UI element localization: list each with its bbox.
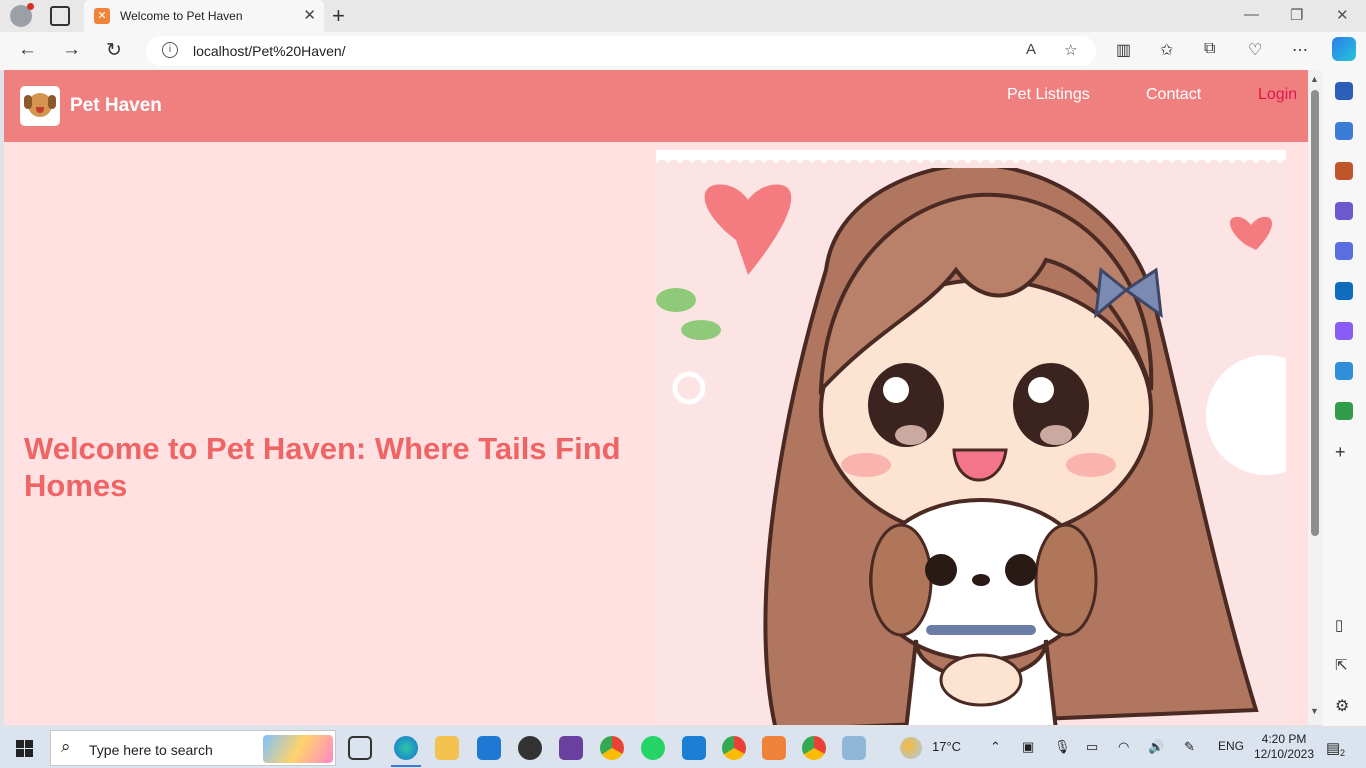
weather-icon[interactable] (900, 737, 922, 759)
edge-icon[interactable] (394, 736, 418, 760)
sidebar-toggle-icon[interactable]: ▯ (1335, 616, 1353, 634)
copilot-icon[interactable] (1332, 37, 1356, 61)
add-icon[interactable]: + (1335, 442, 1353, 462)
search-icon[interactable] (1335, 82, 1353, 100)
open-external-icon[interactable]: ⇱ (1335, 656, 1353, 674)
games-icon[interactable] (1335, 202, 1353, 220)
windows-start-icon[interactable] (16, 740, 33, 757)
split-screen-icon[interactable]: ▥ (1116, 40, 1131, 60)
heart-icon (704, 184, 792, 275)
volume-icon[interactable]: 🔊 (1148, 739, 1164, 755)
outlook-icon[interactable] (1335, 282, 1353, 300)
pet-haven-logo[interactable] (20, 86, 60, 126)
back-icon[interactable]: ← (18, 39, 37, 61)
favorites-icon[interactable]: ✩ (1160, 40, 1173, 60)
nav-login[interactable]: Login (1258, 86, 1297, 104)
tab-actions-icon[interactable] (50, 6, 70, 26)
browser-tab-bar: ✕ Welcome to Pet Haven ✕ + — ❐ ✕ (0, 0, 1366, 32)
minimize-icon[interactable]: — (1244, 6, 1259, 23)
puppy-eye (1005, 554, 1037, 586)
hero-illustration (656, 150, 1286, 725)
obs-icon[interactable] (518, 736, 542, 760)
vscode-icon[interactable] (682, 736, 706, 760)
heart-icon (1229, 216, 1273, 250)
browser-essentials-icon[interactable]: ♡ (1248, 40, 1262, 60)
hero-title: Welcome to Pet Haven: Where Tails Find H… (24, 431, 621, 503)
collections-icon[interactable]: ⧉ (1204, 40, 1215, 58)
notification-icon[interactable]: ▤ (1326, 739, 1340, 757)
tree-icon[interactable] (1335, 402, 1353, 420)
profile-icon[interactable] (10, 3, 34, 27)
speech-bubble (1206, 355, 1286, 475)
pen-icon[interactable]: ✎ (1184, 739, 1195, 755)
chrome-profile-icon[interactable] (722, 736, 746, 760)
browser-tab[interactable]: ✕ Welcome to Pet Haven ✕ (84, 0, 324, 32)
notification-count: 2 (1340, 748, 1346, 758)
address-bar[interactable]: i localhost/Pet%20Haven/ A ☆ (146, 36, 1096, 66)
settings-gear-icon[interactable]: ⚙ (1335, 696, 1353, 715)
meet-icon[interactable]: ▣ (1022, 739, 1034, 755)
search-placeholder[interactable]: Type here to search (89, 742, 213, 758)
microsoft-365-icon[interactable] (1335, 242, 1353, 260)
chrome-icon[interactable] (600, 736, 624, 760)
active-indicator (391, 765, 421, 767)
clock[interactable]: 4:20 PM 12/10/2023 (1251, 732, 1317, 762)
restore-icon[interactable]: ❐ (1290, 6, 1303, 24)
chrome-profile-icon[interactable] (802, 736, 826, 760)
file-explorer-icon[interactable] (435, 736, 459, 760)
battery-icon[interactable]: ▭ (1086, 739, 1098, 755)
search-icon: ⌕ (61, 737, 71, 756)
refresh-icon[interactable]: ↻ (106, 39, 122, 62)
tools-briefcase-icon[interactable] (1335, 162, 1353, 180)
windows-taskbar: ⌕ Type here to search 17°C ⌃ ▣ 🎙 ▭ ◠ 🔊 ✎… (0, 728, 1366, 768)
url-text[interactable]: localhost/Pet%20Haven/ (193, 43, 346, 59)
taskbar-search[interactable]: ⌕ Type here to search (50, 730, 336, 766)
language-indicator[interactable]: ENG (1218, 739, 1244, 753)
scroll-down-icon[interactable]: ▼ (1310, 706, 1319, 716)
read-aloud-icon[interactable]: A (1026, 41, 1036, 58)
edge-sidebar: + ▯ ⇱ ⚙ (1322, 70, 1366, 726)
xampp-favicon-icon: ✕ (94, 8, 110, 24)
lace-border (656, 150, 1286, 168)
visual-studio-icon[interactable] (559, 736, 583, 760)
designer-icon[interactable] (1335, 322, 1353, 340)
clock-date: 12/10/2023 (1253, 747, 1315, 761)
more-menu-icon[interactable]: ⋯ (1292, 40, 1308, 60)
xampp-icon[interactable] (762, 736, 786, 760)
clock-time: 4:20 PM (1261, 732, 1307, 746)
web-page: Pet Haven Pet Listings Contact Login Wel… (4, 70, 1308, 725)
forward-icon[interactable]: → (62, 39, 81, 61)
mail-icon[interactable] (477, 736, 501, 760)
send-icon[interactable] (1335, 362, 1353, 380)
task-view-icon[interactable] (348, 736, 372, 760)
dog-logo-icon (24, 93, 56, 117)
site-info-icon[interactable]: i (162, 42, 178, 58)
nav-pet-listings[interactable]: Pet Listings (1007, 86, 1090, 104)
nav-contact[interactable]: Contact (1146, 86, 1201, 104)
app-icon[interactable] (842, 736, 866, 760)
search-highlight-image (263, 735, 333, 763)
tab-title: Welcome to Pet Haven (120, 9, 243, 23)
new-tab-icon[interactable]: + (332, 3, 345, 29)
puppy-eye (925, 554, 957, 586)
site-header: Pet Haven Pet Listings Contact Login (4, 70, 1308, 142)
chevron-up-icon[interactable]: ⌃ (990, 739, 1001, 755)
tab-close-icon[interactable]: ✕ (303, 6, 316, 24)
shopping-tag-icon[interactable] (1335, 122, 1353, 140)
close-icon[interactable]: ✕ (1336, 6, 1349, 24)
weather-temperature[interactable]: 17°C (932, 739, 961, 754)
scroll-up-icon[interactable]: ▲ (1310, 74, 1319, 84)
girl-with-puppy-illustration (656, 162, 1286, 725)
scroll-thumb[interactable] (1311, 90, 1319, 536)
page-scrollbar[interactable]: ▲ ▼ (1308, 70, 1322, 725)
wifi-icon[interactable]: ◠ (1118, 739, 1129, 755)
microphone-icon[interactable]: 🎙 (1054, 739, 1071, 755)
favorite-star-icon[interactable]: ☆ (1064, 41, 1077, 59)
brand-name[interactable]: Pet Haven (70, 95, 162, 117)
puppy-nose (972, 574, 990, 586)
leaf-icon (681, 320, 721, 340)
whatsapp-icon[interactable] (641, 736, 665, 760)
leaf-icon (656, 288, 696, 312)
browser-toolbar: ← → ↻ i localhost/Pet%20Haven/ A ☆ ▥ ✩ ⧉… (0, 32, 1366, 70)
